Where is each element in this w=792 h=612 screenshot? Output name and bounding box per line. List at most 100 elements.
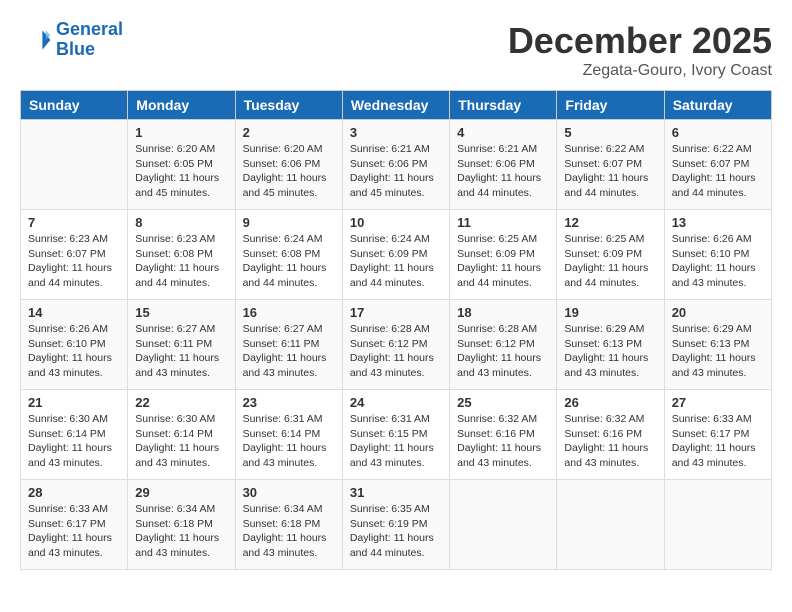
sunset-text: Sunset: 6:14 PM — [135, 427, 227, 442]
daylight-text: Daylight: 11 hours and 43 minutes. — [350, 441, 442, 470]
calendar-cell: 30 Sunrise: 6:34 AMSunset: 6:18 PMDayligh… — [235, 480, 342, 570]
calendar-cell: 18Sunrise: 6:28 AMSunset: 6:12 PMDayligh… — [450, 300, 557, 390]
sunset-text: Sunset: 6:10 PM — [672, 247, 764, 262]
daylight-text: Daylight: 11 hours and 44 minutes. — [457, 171, 549, 200]
column-header-monday: Monday — [128, 91, 235, 120]
daylight-text: Daylight: 11 hours and 44 minutes. — [28, 261, 120, 290]
day-number: 20 — [672, 305, 764, 320]
sunset-text: Sunset: 6:18 PM — [135, 517, 227, 532]
day-number: 17 — [350, 305, 442, 320]
logo-line2: Blue — [56, 39, 95, 59]
calendar-cell: 12Sunrise: 6:25 AMSunset: 6:09 PMDayligh… — [557, 210, 664, 300]
sunrise-text: Sunrise: 6:25 AM — [564, 232, 656, 247]
day-number: 22 — [135, 395, 227, 410]
daylight-text: Daylight: 11 hours and 43 minutes. — [564, 441, 656, 470]
day-info: Sunrise: 6:32 AMSunset: 6:16 PMDaylight:… — [564, 412, 656, 471]
day-info: Sunrise: 6:28 AMSunset: 6:12 PMDaylight:… — [350, 322, 442, 381]
calendar-cell: 23 Sunrise: 6:31 AMSunset: 6:14 PMDayligh… — [235, 390, 342, 480]
day-number: 28 — [28, 485, 120, 500]
sunset-text: Sunset: 6:06 PM — [350, 157, 442, 172]
daylight-text: Daylight: 11 hours and 45 minutes. — [243, 171, 335, 200]
sunrise-text: Sunrise: 6:30 AM — [28, 412, 120, 427]
day-info: Sunrise: 6:28 AMSunset: 6:12 PMDaylight:… — [457, 322, 549, 381]
sunset-text: Sunset: 6:16 PM — [457, 427, 549, 442]
day-info: Sunrise: 6:29 AMSunset: 6:13 PMDaylight:… — [672, 322, 764, 381]
sunset-text: Sunset: 6:07 PM — [672, 157, 764, 172]
sunrise-text: Sunrise: 6:22 AM — [672, 142, 764, 157]
sunrise-text: Sunrise: 6:28 AM — [350, 322, 442, 337]
day-info: Sunrise: 6:33 AMSunset: 6:17 PMDaylight:… — [672, 412, 764, 471]
day-info: Sunrise: 6:22 AMSunset: 6:07 PMDaylight:… — [564, 142, 656, 201]
sunset-text: Sunset: 6:19 PM — [350, 517, 442, 532]
day-number: 26 — [564, 395, 656, 410]
sunset-text: Sunset: 6:13 PM — [672, 337, 764, 352]
day-number: 12 — [564, 215, 656, 230]
calendar-cell: 5 Sunrise: 6:22 AMSunset: 6:07 PMDaylight… — [557, 120, 664, 210]
sunset-text: Sunset: 6:10 PM — [28, 337, 120, 352]
day-number: 5 — [564, 125, 656, 140]
sunset-text: Sunset: 6:13 PM — [564, 337, 656, 352]
daylight-text: Daylight: 11 hours and 44 minutes. — [457, 261, 549, 290]
logo-line1: General — [56, 19, 123, 39]
calendar-cell — [557, 480, 664, 570]
daylight-text: Daylight: 11 hours and 44 minutes. — [135, 261, 227, 290]
daylight-text: Daylight: 11 hours and 44 minutes. — [564, 261, 656, 290]
header: General Blue December 2025 Zegata-Gouro,… — [20, 20, 772, 80]
daylight-text: Daylight: 11 hours and 43 minutes. — [564, 351, 656, 380]
calendar-cell: 24 Sunrise: 6:31 AMSunset: 6:15 PMDayligh… — [342, 390, 449, 480]
column-header-wednesday: Wednesday — [342, 91, 449, 120]
sunrise-text: Sunrise: 6:26 AM — [28, 322, 120, 337]
day-number: 8 — [135, 215, 227, 230]
sunrise-text: Sunrise: 6:24 AM — [350, 232, 442, 247]
day-number: 10 — [350, 215, 442, 230]
day-info: Sunrise: 6:29 AMSunset: 6:13 PMDaylight:… — [564, 322, 656, 381]
sunset-text: Sunset: 6:18 PM — [243, 517, 335, 532]
logo-text: General Blue — [56, 20, 123, 60]
sunset-text: Sunset: 6:15 PM — [350, 427, 442, 442]
sunrise-text: Sunrise: 6:31 AM — [350, 412, 442, 427]
day-info: Sunrise: 6:34 AMSunset: 6:18 PMDaylight:… — [243, 502, 335, 561]
calendar-cell: 7Sunrise: 6:23 AMSunset: 6:07 PMDaylight… — [21, 210, 128, 300]
calendar-cell: 6Sunrise: 6:22 AMSunset: 6:07 PMDaylight… — [664, 120, 771, 210]
day-number: 11 — [457, 215, 549, 230]
day-number: 30 — [243, 485, 335, 500]
calendar-cell: 28Sunrise: 6:33 AMSunset: 6:17 PMDayligh… — [21, 480, 128, 570]
sunrise-text: Sunrise: 6:28 AM — [457, 322, 549, 337]
day-info: Sunrise: 6:21 AMSunset: 6:06 PMDaylight:… — [457, 142, 549, 201]
calendar-cell: 3Sunrise: 6:21 AMSunset: 6:06 PMDaylight… — [342, 120, 449, 210]
day-number: 23 — [243, 395, 335, 410]
sunrise-text: Sunrise: 6:22 AM — [564, 142, 656, 157]
sunset-text: Sunset: 6:08 PM — [135, 247, 227, 262]
calendar-cell: 15 Sunrise: 6:27 AMSunset: 6:11 PMDayligh… — [128, 300, 235, 390]
sunrise-text: Sunrise: 6:27 AM — [135, 322, 227, 337]
daylight-text: Daylight: 11 hours and 43 minutes. — [135, 441, 227, 470]
daylight-text: Daylight: 11 hours and 43 minutes. — [457, 441, 549, 470]
daylight-text: Daylight: 11 hours and 45 minutes. — [135, 171, 227, 200]
calendar-week-5: 28Sunrise: 6:33 AMSunset: 6:17 PMDayligh… — [21, 480, 772, 570]
sunset-text: Sunset: 6:08 PM — [243, 247, 335, 262]
day-info: Sunrise: 6:20 AMSunset: 6:05 PMDaylight:… — [135, 142, 227, 201]
day-info: Sunrise: 6:26 AMSunset: 6:10 PMDaylight:… — [672, 232, 764, 291]
sunset-text: Sunset: 6:17 PM — [672, 427, 764, 442]
calendar-week-1: 1Sunrise: 6:20 AMSunset: 6:05 PMDaylight… — [21, 120, 772, 210]
daylight-text: Daylight: 11 hours and 43 minutes. — [135, 351, 227, 380]
sunrise-text: Sunrise: 6:23 AM — [28, 232, 120, 247]
day-number: 3 — [350, 125, 442, 140]
daylight-text: Daylight: 11 hours and 43 minutes. — [28, 531, 120, 560]
day-info: Sunrise: 6:31 AMSunset: 6:14 PMDaylight:… — [243, 412, 335, 471]
day-number: 15 — [135, 305, 227, 320]
calendar-cell: 27Sunrise: 6:33 AMSunset: 6:17 PMDayligh… — [664, 390, 771, 480]
calendar-cell: 17 Sunrise: 6:28 AMSunset: 6:12 PMDayligh… — [342, 300, 449, 390]
day-info: Sunrise: 6:27 AMSunset: 6:11 PMDaylight:… — [135, 322, 227, 381]
day-number: 31 — [350, 485, 442, 500]
sunrise-text: Sunrise: 6:25 AM — [457, 232, 549, 247]
day-number: 24 — [350, 395, 442, 410]
calendar-week-2: 7Sunrise: 6:23 AMSunset: 6:07 PMDaylight… — [21, 210, 772, 300]
calendar-cell: 26 Sunrise: 6:32 AMSunset: 6:16 PMDayligh… — [557, 390, 664, 480]
day-info: Sunrise: 6:26 AMSunset: 6:10 PMDaylight:… — [28, 322, 120, 381]
calendar-cell — [21, 120, 128, 210]
calendar-cell: 21Sunrise: 6:30 AMSunset: 6:14 PMDayligh… — [21, 390, 128, 480]
sunrise-text: Sunrise: 6:34 AM — [243, 502, 335, 517]
page-subtitle: Zegata-Gouro, Ivory Coast — [508, 62, 772, 80]
sunrise-text: Sunrise: 6:26 AM — [672, 232, 764, 247]
